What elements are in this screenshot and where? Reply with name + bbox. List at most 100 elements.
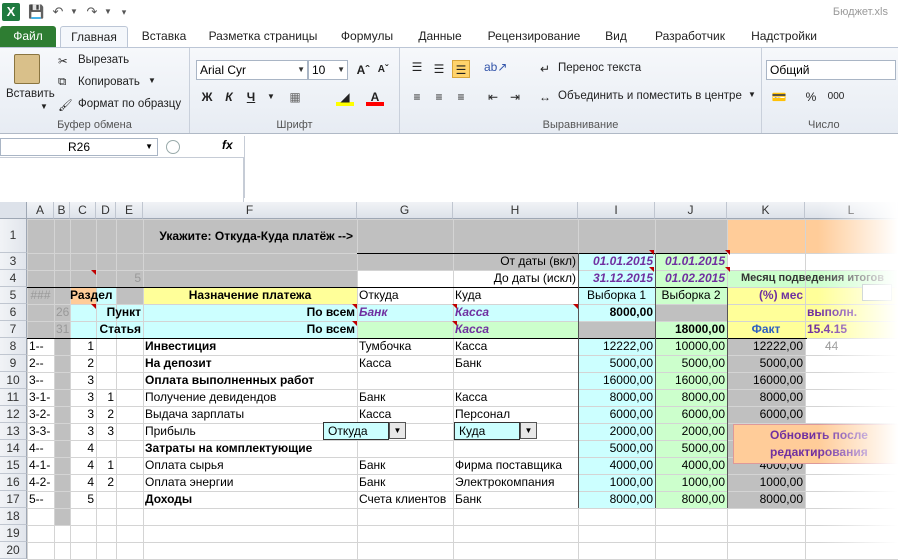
table-cell-sample1[interactable]: 5000,00 — [578, 355, 655, 372]
table-cell-sample2[interactable]: 5000,00 — [655, 440, 727, 457]
prompt-cell[interactable]: Укажите: Откуда-Куда платёж --> — [70, 219, 357, 253]
cut-icon[interactable]: ✂ — [58, 54, 68, 68]
table-cell-d[interactable]: 3 — [96, 423, 116, 440]
table-cell-to[interactable]: Банк — [453, 355, 578, 372]
row-header-19[interactable]: 19 — [0, 525, 27, 542]
copy-icon[interactable]: ⧉ — [58, 76, 66, 89]
column-header-k[interactable]: K — [727, 202, 805, 219]
align-right-icon[interactable]: ≡ — [452, 88, 470, 106]
table-cell-sample1[interactable]: 16000,00 — [578, 372, 655, 389]
purpose-header-cell[interactable]: Назначение платежа — [143, 287, 357, 304]
table-cell-d[interactable]: 1 — [96, 457, 116, 474]
underline-button[interactable]: Ч — [242, 88, 260, 106]
table-cell-sample1[interactable]: 2000,00 — [578, 423, 655, 440]
underline-dropdown-icon[interactable]: ▼ — [262, 88, 280, 106]
column-header-d[interactable]: D — [96, 202, 116, 219]
column-header-c[interactable]: C — [70, 202, 96, 219]
table-cell-a[interactable]: 4-2- — [27, 474, 54, 491]
table-cell-d[interactable] — [96, 372, 116, 389]
percent-button[interactable]: % — [802, 88, 820, 106]
table-cell-sample2[interactable]: 16000,00 — [655, 372, 727, 389]
column-header-a[interactable]: A — [27, 202, 54, 219]
tab-home[interactable]: Главная — [60, 26, 128, 48]
copy-dropdown-icon[interactable]: ▼ — [148, 76, 156, 85]
number-format-combo[interactable]: Общий — [766, 60, 896, 80]
paste-icon[interactable] — [14, 54, 40, 84]
column-header-j[interactable]: J — [655, 202, 727, 219]
table-cell-sample1[interactable]: 8000,00 — [578, 491, 655, 508]
tab-addins[interactable]: Надстройки — [744, 26, 824, 48]
table-cell-sample1[interactable]: 5000,00 — [578, 440, 655, 457]
b6-cell[interactable]: 26 — [54, 304, 70, 321]
tab-view[interactable]: Вид — [596, 26, 636, 48]
table-cell-c[interactable]: 3 — [70, 389, 96, 406]
save-icon[interactable]: 💾 — [28, 4, 44, 20]
fact-header-cell[interactable]: Факт — [727, 321, 805, 338]
column-header-e[interactable]: E — [116, 202, 143, 219]
tab-developer[interactable]: Разработчик — [646, 26, 734, 48]
table-cell-sample2[interactable]: 10000,00 — [655, 338, 727, 355]
table-cell-from[interactable]: Банк — [357, 457, 453, 474]
e4-cell[interactable]: 5 — [116, 270, 143, 287]
table-cell-sample2[interactable]: 8000,00 — [655, 491, 727, 508]
table-cell-to[interactable]: Банк — [453, 491, 578, 508]
undo-icon[interactable]: ↶ — [50, 4, 66, 20]
tab-review[interactable]: Рецензирование — [480, 26, 588, 48]
row-header-17[interactable]: 17 — [0, 491, 27, 508]
format-painter-icon[interactable]: 🖌 — [58, 98, 73, 112]
row-header-10[interactable]: 10 — [0, 372, 27, 389]
italic-button[interactable]: К — [220, 88, 238, 106]
font-name-combo[interactable]: Arial Cyr ▼ — [196, 60, 308, 80]
table-cell-d[interactable] — [96, 491, 116, 508]
table-cell-purpose[interactable]: Оплата сырья — [143, 457, 357, 474]
article-header-cell[interactable]: Статья — [96, 321, 143, 338]
table-cell-purpose[interactable]: Получение девидендов — [143, 389, 357, 406]
tab-data[interactable]: Данные — [410, 26, 470, 48]
table-cell-sample1[interactable]: 8000,00 — [578, 389, 655, 406]
undo-dropdown-icon[interactable]: ▼ — [66, 4, 82, 20]
row-header-5[interactable]: 5 — [0, 287, 27, 304]
table-cell-from[interactable]: Тумбочка — [357, 338, 453, 355]
column-header-b[interactable]: B — [54, 202, 70, 219]
table-cell-c[interactable]: 2 — [70, 355, 96, 372]
from-date-cell-j3[interactable]: 01.01.2015 — [655, 253, 727, 270]
table-cell-purpose[interactable]: На депозит — [143, 355, 357, 372]
chevron-down-icon[interactable]: ▼ — [520, 422, 537, 439]
table-cell-sample2[interactable]: 4000,00 — [655, 457, 727, 474]
row-header-11[interactable]: 11 — [0, 389, 27, 406]
row-header-3[interactable]: 3 — [0, 253, 27, 270]
table-cell-c[interactable]: 4 — [70, 457, 96, 474]
table-cell-d[interactable]: 1 — [96, 389, 116, 406]
table-cell-from[interactable]: Касса — [357, 355, 453, 372]
b7-cell[interactable]: 31 — [54, 321, 70, 338]
table-cell-sample2[interactable]: 5000,00 — [655, 355, 727, 372]
table-cell-c[interactable]: 3 — [70, 423, 96, 440]
column-header-i[interactable]: I — [578, 202, 655, 219]
tab-formulas[interactable]: Формулы — [332, 26, 402, 48]
table-cell-a[interactable]: 3-- — [27, 372, 54, 389]
a5-cell[interactable]: ### — [27, 287, 54, 304]
table-cell-to[interactable] — [453, 440, 578, 457]
table-cell-fact[interactable]: 12222,00 — [727, 338, 805, 355]
table-cell-sample1[interactable]: 12222,00 — [578, 338, 655, 355]
orientation-icon[interactable]: ab↗ — [484, 58, 507, 76]
table-cell-a[interactable]: 1-- — [27, 338, 54, 355]
table-cell-d[interactable]: 2 — [96, 406, 116, 423]
by-all-cell-f6[interactable]: По всем — [143, 304, 357, 321]
table-cell-sample2[interactable]: 8000,00 — [655, 389, 727, 406]
align-bottom-icon[interactable]: ☰ — [452, 60, 470, 78]
redo-dropdown-icon[interactable]: ▼ — [100, 4, 116, 20]
tab-insert[interactable]: Вставка — [134, 26, 194, 48]
table-cell-to[interactable]: Электрокомпания — [453, 474, 578, 491]
table-cell-a[interactable]: 3-1- — [27, 389, 54, 406]
table-cell-sample1[interactable]: 6000,00 — [578, 406, 655, 423]
table-cell-from[interactable]: Банк — [357, 474, 453, 491]
wrap-text-button[interactable]: Перенос текста — [558, 62, 641, 74]
table-cell-fact[interactable]: 8000,00 — [727, 389, 805, 406]
table-cell-to[interactable]: Касса — [453, 389, 578, 406]
align-middle-icon[interactable]: ☰ — [430, 60, 448, 78]
row-header-18[interactable]: 18 — [0, 508, 27, 525]
from-header-cell[interactable]: Откуда — [357, 287, 453, 304]
from-date-cell-i3[interactable]: 01.01.2015 — [578, 253, 655, 270]
table-cell-purpose[interactable]: Доходы — [143, 491, 357, 508]
